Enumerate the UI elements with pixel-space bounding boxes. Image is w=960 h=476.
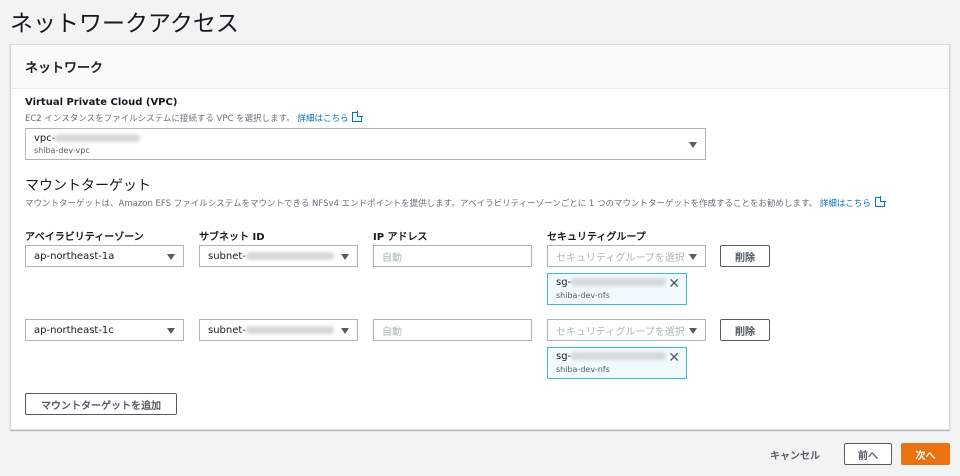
ip-input[interactable]: 自動: [373, 319, 532, 341]
ip-input[interactable]: 自動: [373, 245, 532, 267]
col-subnet: サブネット ID: [199, 232, 265, 243]
sg-select[interactable]: セキュリティグループを選択: [547, 319, 706, 341]
next-button[interactable]: 次へ: [901, 443, 950, 465]
vpc-learn-more-link[interactable]: 詳細はこちら: [297, 114, 348, 124]
subnet-value: subnet-: [208, 250, 246, 262]
redacted-id: [245, 252, 334, 260]
previous-button[interactable]: 前へ: [844, 443, 892, 465]
redacted-id: [245, 326, 334, 334]
delete-button[interactable]: 削除: [720, 319, 770, 341]
az-value: ap-northeast-1c: [34, 324, 114, 336]
external-link-icon: [874, 197, 885, 207]
external-link-icon: [352, 112, 363, 122]
caret-down-icon: [689, 254, 697, 260]
subnet-select[interactable]: subnet-: [199, 319, 358, 341]
sg-id: sg-: [556, 277, 572, 288]
vpc-select[interactable]: vpc- shiba-dev-vpc: [25, 128, 706, 160]
mount-description: マウントターゲットは、Amazon EFS ファイルシステムをマウントできる N…: [25, 197, 885, 209]
caret-down-icon: [341, 254, 349, 260]
vpc-description: EC2 インスタンスをファイルシステムに接続する VPC を選択します。 詳細は…: [25, 112, 363, 124]
close-icon[interactable]: ✕: [668, 350, 680, 366]
caret-down-icon: [341, 328, 349, 334]
network-panel: ネットワーク Virtual Private Cloud (VPC) EC2 イ…: [10, 44, 950, 430]
sg-token: sg- shiba-dev-nfs ✕: [547, 273, 687, 305]
add-mount-target-button[interactable]: マウントターゲットを追加: [25, 393, 177, 415]
page-title: ネットワークアクセス: [10, 11, 239, 37]
cancel-button[interactable]: キャンセル: [770, 447, 820, 462]
mount-learn-more-link[interactable]: 詳細はこちら: [820, 199, 871, 209]
delete-button[interactable]: 削除: [720, 245, 770, 267]
vpc-name: shiba-dev-vpc: [34, 146, 90, 155]
sg-name: shiba-dev-nfs: [556, 291, 610, 300]
ip-placeholder: 自動: [382, 252, 402, 264]
az-select[interactable]: ap-northeast-1a: [25, 245, 184, 267]
col-az: アベイラビリティーゾーン: [25, 232, 144, 243]
close-icon[interactable]: ✕: [668, 276, 680, 292]
redacted-id: [571, 278, 667, 286]
col-ip: IP アドレス: [373, 232, 428, 243]
ip-placeholder: 自動: [382, 326, 402, 338]
az-value: ap-northeast-1a: [34, 250, 115, 262]
sg-id: sg-: [556, 351, 572, 362]
mount-heading: マウントターゲット: [25, 178, 151, 194]
sg-select[interactable]: セキュリティグループを選択: [547, 245, 706, 267]
az-select[interactable]: ap-northeast-1c: [25, 319, 184, 341]
caret-down-icon: [167, 254, 175, 260]
vpc-description-text: EC2 インスタンスをファイルシステムに接続する VPC を選択します。: [25, 114, 295, 124]
vpc-label: Virtual Private Cloud (VPC): [25, 97, 178, 108]
subnet-select[interactable]: subnet-: [199, 245, 358, 267]
vpc-id: vpc-: [34, 133, 56, 144]
mount-description-text: マウントターゲットは、Amazon EFS ファイルシステムをマウントできる N…: [25, 199, 818, 209]
caret-down-icon: [167, 328, 175, 334]
sg-token: sg- shiba-dev-nfs ✕: [547, 347, 687, 379]
redacted-id: [571, 352, 667, 360]
sg-placeholder: セキュリティグループを選択: [556, 326, 685, 338]
col-sg: セキュリティグループ: [547, 232, 646, 243]
sg-name: shiba-dev-nfs: [556, 365, 610, 374]
subnet-value: subnet-: [208, 324, 246, 336]
panel-header: ネットワーク: [11, 45, 949, 89]
redacted-id: [55, 134, 141, 142]
sg-placeholder: セキュリティグループを選択: [556, 252, 685, 264]
caret-down-icon: [689, 142, 697, 148]
caret-down-icon: [689, 328, 697, 334]
